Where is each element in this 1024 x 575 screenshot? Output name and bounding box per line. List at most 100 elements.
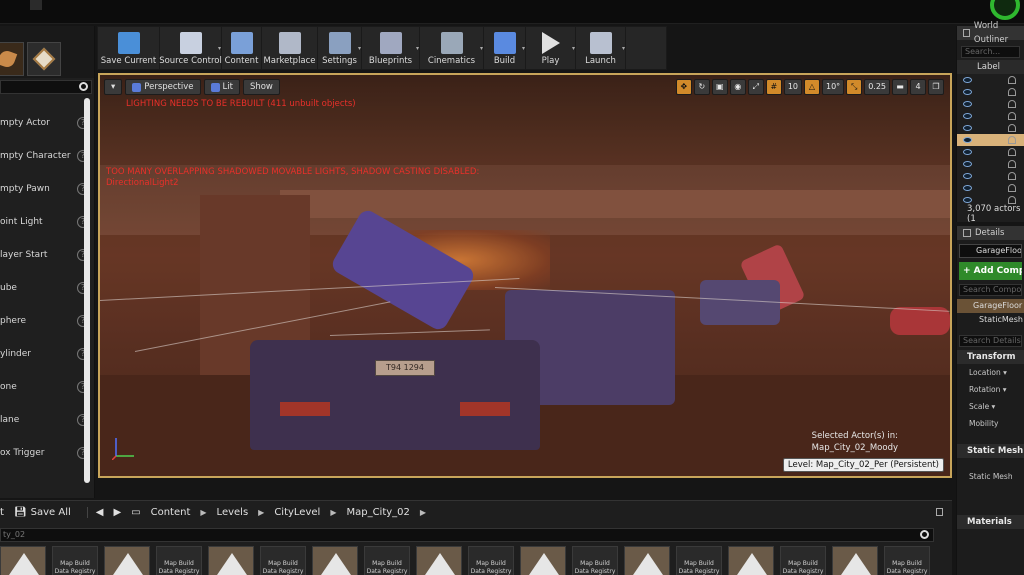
visibility-eye-icon[interactable] — [963, 89, 972, 95]
settings-button[interactable]: Settings ▾ — [318, 27, 362, 69]
world-local-icon[interactable]: ◉ — [729, 79, 746, 95]
forward-icon[interactable]: ▶ — [113, 507, 121, 518]
launch-button[interactable]: Launch ▾ — [576, 27, 626, 69]
asset-static-mesh[interactable] — [312, 546, 358, 575]
rotate-tool-icon[interactable]: ↻ — [693, 79, 710, 95]
scale-tool-icon[interactable]: ▣ — [711, 79, 728, 95]
camera-speed-icon[interactable]: ▬ — [892, 79, 908, 95]
breadcrumb-item[interactable]: Content — [151, 507, 191, 518]
play-button[interactable]: Play ▾ — [526, 27, 576, 69]
details-tab[interactable]: Details — [957, 226, 1024, 240]
asset-map-build-data[interactable]: Map Build Data Registry — [468, 546, 514, 575]
asset-static-mesh[interactable] — [416, 546, 462, 575]
import-button[interactable]: t — [0, 507, 4, 518]
place-actor-item[interactable]: ube? — [0, 271, 95, 304]
build-button[interactable]: Build ▾ — [484, 27, 526, 69]
world-outliner-tab[interactable]: World Outliner — [957, 21, 1024, 45]
add-component-button[interactable]: + Add Compo — [959, 262, 1022, 280]
source-control-button[interactable]: Source Control ▾ — [159, 27, 222, 69]
asset-static-mesh[interactable] — [104, 546, 150, 575]
asset-static-mesh[interactable] — [520, 546, 566, 575]
chevron-down-icon[interactable]: ▾ — [416, 45, 419, 52]
outliner-row[interactable] — [957, 134, 1024, 146]
viewport-options-button[interactable]: ▾ — [104, 79, 123, 95]
visibility-eye-icon[interactable] — [963, 161, 972, 167]
breadcrumb-separator-icon[interactable]: ▶ — [200, 508, 206, 517]
component-static-mesh[interactable]: StaticMesh — [957, 313, 1024, 327]
cinematics-button[interactable]: Cinematics ▾ — [420, 27, 484, 69]
visibility-eye-icon[interactable] — [963, 197, 972, 203]
place-actor-item[interactable]: layer Start? — [0, 238, 95, 271]
asset-static-mesh[interactable] — [728, 546, 774, 575]
user-status-indicator[interactable] — [990, 0, 1020, 20]
component-root[interactable]: GarageFloor — [957, 299, 1024, 313]
chevron-down-icon[interactable]: ▾ — [358, 45, 361, 52]
place-actor-item[interactable]: mpty Character? — [0, 139, 95, 172]
save-current-button[interactable]: Save Current — [98, 27, 160, 69]
asset-static-mesh[interactable] — [832, 546, 878, 575]
camera-speed-value[interactable]: 4 — [910, 79, 926, 95]
back-icon[interactable]: ◀ — [96, 507, 104, 518]
outliner-row[interactable] — [957, 122, 1024, 134]
outliner-row[interactable] — [957, 182, 1024, 194]
outliner-row[interactable] — [957, 86, 1024, 98]
lit-button[interactable]: Lit — [203, 79, 240, 95]
asset-static-mesh[interactable] — [624, 546, 670, 575]
visibility-eye-icon[interactable] — [963, 173, 972, 179]
outliner-row[interactable] — [957, 74, 1024, 86]
content-button[interactable]: Content — [222, 27, 262, 69]
asset-static-mesh[interactable] — [0, 546, 46, 575]
mesh-paint-mode-tab[interactable] — [27, 42, 61, 76]
tab-stub[interactable] — [30, 0, 42, 10]
visibility-eye-icon[interactable] — [963, 77, 972, 83]
modes-search-input[interactable] — [0, 80, 92, 94]
outliner-row[interactable] — [957, 98, 1024, 110]
surface-snap-icon[interactable]: ⤢ — [747, 79, 764, 95]
outliner-row[interactable] — [957, 170, 1024, 182]
rotation-property[interactable]: Rotation ▾ — [957, 381, 1024, 398]
asset-map-build-data[interactable]: Map Build Data Registry — [364, 546, 410, 575]
search-components-input[interactable]: Search Compon — [959, 284, 1022, 296]
scale-property[interactable]: Scale ▾ — [957, 398, 1024, 415]
asset-map-build-data[interactable]: Map Build Data Registry — [572, 546, 618, 575]
materials-section[interactable]: Materials — [957, 515, 1024, 529]
asset-map-build-data[interactable]: Map Build Data Registry — [676, 546, 722, 575]
static-mesh-section[interactable]: Static Mesh — [957, 444, 1024, 458]
place-actor-item[interactable]: mpty Pawn? — [0, 172, 95, 205]
modes-scrollbar[interactable] — [84, 98, 90, 483]
visibility-eye-icon[interactable] — [963, 125, 972, 131]
visibility-eye-icon[interactable] — [963, 101, 972, 107]
breadcrumb-item[interactable]: Map_City_02 — [346, 507, 409, 518]
scale-snap-value[interactable]: 0.25 — [864, 79, 890, 95]
place-actor-item[interactable]: oint Light? — [0, 205, 95, 238]
outliner-search-input[interactable]: Search... — [961, 46, 1020, 58]
grid-snap-value[interactable]: 10 — [783, 79, 802, 95]
outliner-row[interactable] — [957, 110, 1024, 122]
breadcrumb-item[interactable]: Levels — [217, 507, 249, 518]
outliner-row[interactable] — [957, 146, 1024, 158]
visibility-eye-icon[interactable] — [963, 113, 972, 119]
asset-map-build-data[interactable]: Map Build Data Registry — [884, 546, 930, 575]
blueprints-button[interactable]: Blueprints ▾ — [362, 27, 420, 69]
object-name-field[interactable]: GarageFloor — [959, 244, 1022, 258]
place-actor-item[interactable]: one? — [0, 370, 95, 403]
marketplace-button[interactable]: Marketplace — [262, 27, 318, 69]
search-details-input[interactable]: Search Details — [959, 335, 1022, 347]
save-all-button[interactable]: 💾︎ Save All — [14, 507, 71, 518]
lock-icon[interactable] — [936, 508, 943, 516]
translate-tool-icon[interactable]: ✥ — [675, 79, 692, 95]
grid-snap-icon[interactable]: # — [765, 79, 782, 95]
breadcrumb-separator-icon[interactable]: ▶ — [258, 508, 264, 517]
transform-section[interactable]: Transform — [957, 350, 1024, 364]
current-level-badge[interactable]: Level: Map_City_02_Per (Persistent) — [782, 458, 944, 472]
location-property[interactable]: Location ▾ — [957, 364, 1024, 381]
asset-static-mesh[interactable] — [208, 546, 254, 575]
content-search-input[interactable]: ty_02 — [0, 528, 934, 542]
visibility-eye-icon[interactable] — [963, 185, 972, 191]
perspective-button[interactable]: Perspective — [125, 79, 201, 95]
place-actor-item[interactable]: mpty Actor? — [0, 106, 95, 139]
place-actor-item[interactable]: lane? — [0, 403, 95, 436]
place-actor-item[interactable]: ylinder? — [0, 337, 95, 370]
breadcrumb-separator-icon[interactable]: ▶ — [330, 508, 336, 517]
foliage-mode-tab[interactable] — [0, 42, 24, 76]
